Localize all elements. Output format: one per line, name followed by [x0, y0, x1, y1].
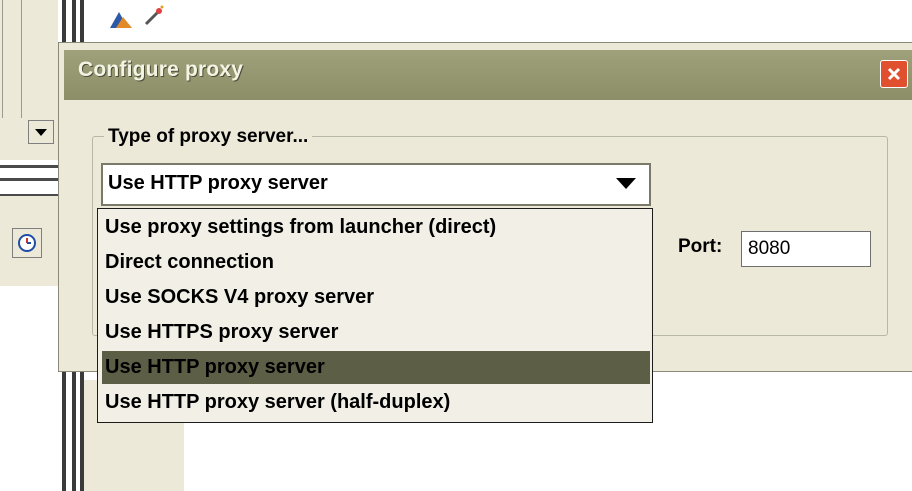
close-icon [887, 67, 901, 81]
option-http-proxy[interactable]: Use HTTP proxy server [102, 351, 650, 384]
history-button[interactable] [12, 228, 42, 258]
option-direct-connection[interactable]: Direct connection [102, 246, 650, 279]
proxy-type-dropdown-list: Use proxy settings from launcher (direct… [97, 208, 653, 423]
chevron-down-icon [35, 128, 47, 136]
option-http-proxy-half-duplex[interactable]: Use HTTP proxy server (half-duplex) [102, 386, 650, 419]
mountain-icon[interactable] [108, 4, 134, 30]
background-toolbar [108, 0, 166, 34]
clock-icon [18, 234, 36, 252]
port-input[interactable] [741, 231, 871, 267]
magic-wand-icon[interactable] [140, 4, 166, 30]
dialog-title: Configure proxy [78, 58, 244, 81]
scroll-down-button[interactable] [28, 120, 54, 144]
proxy-type-legend: Type of proxy server... [104, 126, 313, 148]
port-label: Port: [678, 236, 723, 257]
chevron-down-icon[interactable] [616, 178, 636, 189]
scrollbar-track[interactable] [2, 0, 22, 118]
close-button[interactable] [880, 60, 908, 88]
proxy-type-combo-value: Use HTTP proxy server [108, 172, 328, 194]
option-socks-v4[interactable]: Use SOCKS V4 proxy server [102, 281, 650, 314]
option-https-proxy[interactable]: Use HTTPS proxy server [102, 316, 650, 349]
option-proxy-settings-launcher[interactable]: Use proxy settings from launcher (direct… [102, 211, 650, 244]
